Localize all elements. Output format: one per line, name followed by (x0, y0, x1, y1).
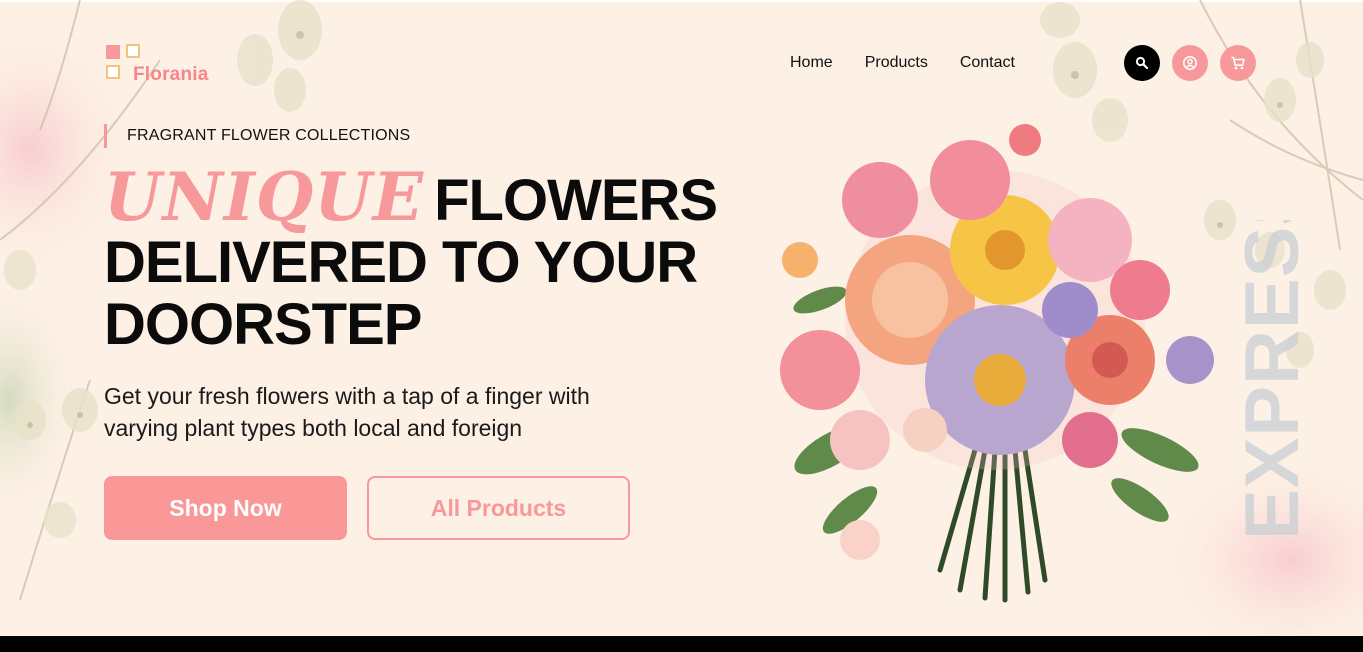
hero-subtext: Get your fresh flowers with a tap of a f… (104, 380, 664, 444)
subtext-line2: varying plant types both local and forei… (104, 415, 523, 441)
account-button[interactable] (1172, 45, 1208, 81)
logo-mark-square (126, 44, 140, 58)
cart-icon (1231, 56, 1245, 70)
cart-button[interactable] (1220, 45, 1256, 81)
logo-mark-square (106, 45, 120, 59)
nav-home-link[interactable]: Home (790, 54, 833, 72)
nav-products-link[interactable]: Products (865, 54, 928, 72)
search-icon (1135, 56, 1149, 70)
express-side-text: EXPRESS (1230, 220, 1315, 540)
headline-accent: UNIQUE (104, 158, 425, 236)
search-button[interactable] (1124, 45, 1160, 81)
flower-bouquet-image (780, 124, 1214, 603)
hero-tagline: FRAGRANT FLOWER COLLECTIONS (104, 124, 410, 148)
user-icon (1183, 56, 1197, 70)
brand-logo[interactable]: Florania (105, 44, 235, 85)
headline-line2: DELIVERED TO YOUR (104, 230, 698, 295)
main-nav: Home Products Contact (790, 54, 1015, 72)
shop-now-button[interactable]: Shop Now (104, 476, 347, 540)
bottom-bar (0, 636, 1363, 652)
brand-name: Florania (133, 64, 209, 85)
headline-line1: FLOWERS (434, 168, 718, 233)
all-products-button[interactable]: All Products (367, 476, 630, 540)
hero-headline: UNIQUE FLOWERS DELIVERED TO YOUR DOORSTEP (104, 164, 744, 357)
nav-contact-link[interactable]: Contact (960, 54, 1015, 72)
express-text: EXPRESS (1230, 220, 1315, 540)
top-border (0, 0, 1363, 2)
logo-mark-square (106, 65, 120, 79)
subtext-line1: Get your fresh flowers with a tap of a f… (104, 383, 590, 409)
headline-line3: DOORSTEP (104, 292, 422, 357)
